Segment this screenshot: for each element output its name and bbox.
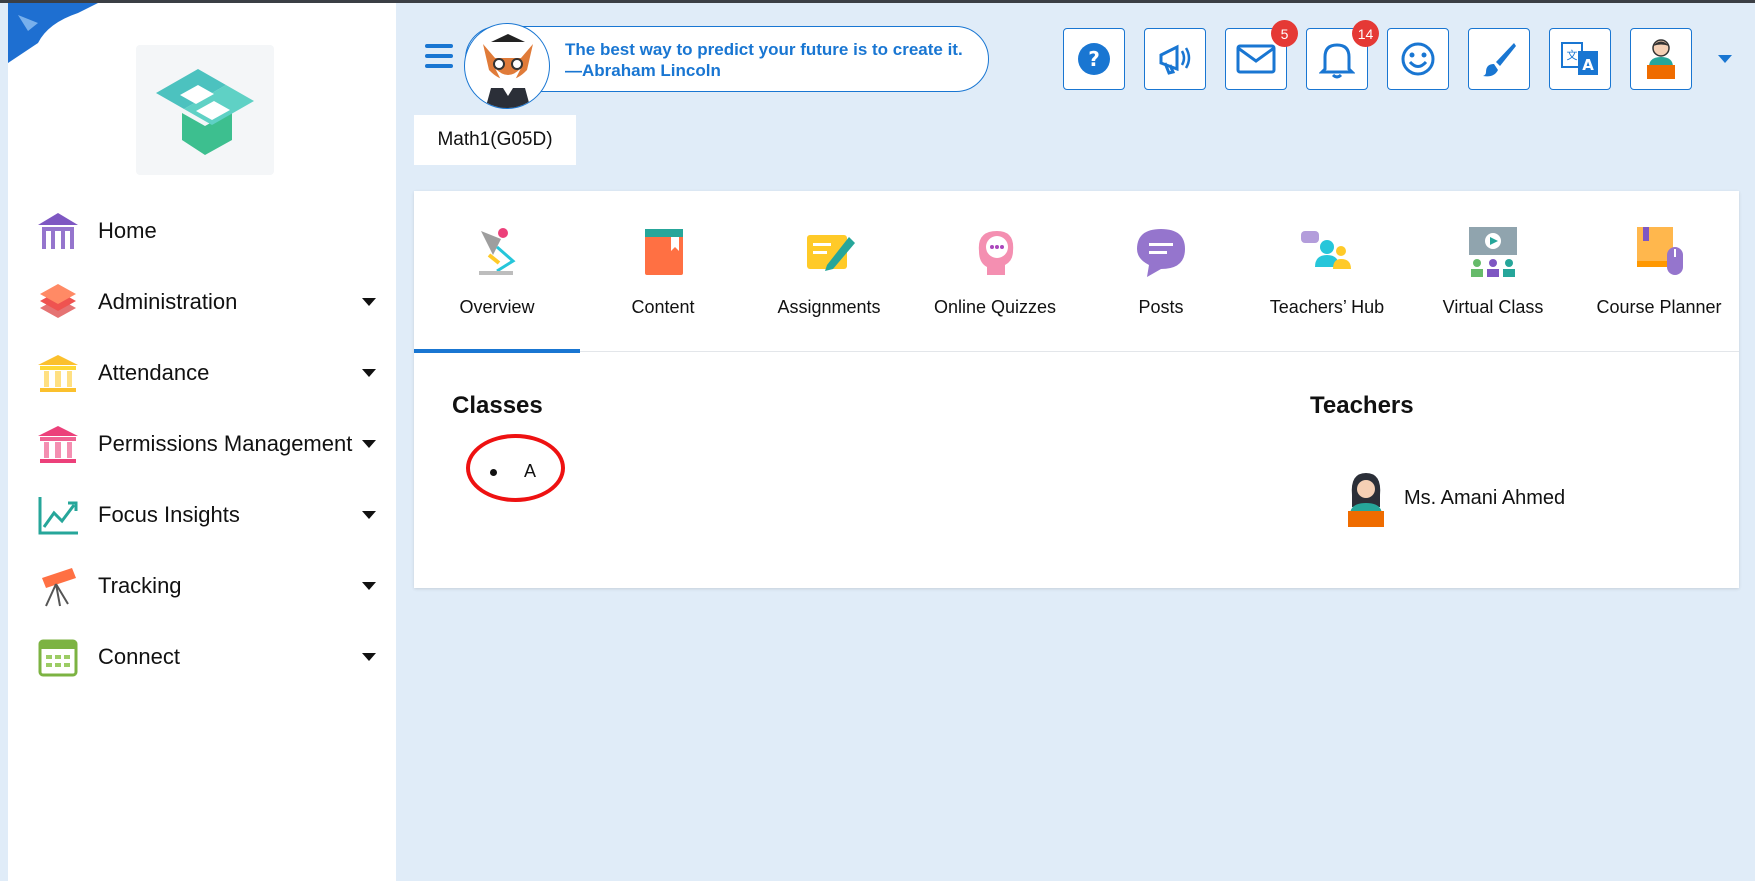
help-icon: ?	[1078, 43, 1110, 75]
tab-label: Assignments	[777, 297, 881, 317]
head-chat-icon	[978, 231, 1014, 275]
chevron-down-icon[interactable]	[362, 368, 376, 377]
bank-icon	[35, 421, 81, 467]
sidebar-item-administration[interactable]: Administration	[8, 266, 396, 337]
teacher-avatar-icon	[1348, 473, 1384, 527]
sidebar-item-home[interactable]: Home	[8, 195, 396, 266]
notifications-button[interactable]: 14	[1306, 20, 1379, 90]
calendar-icon	[35, 634, 81, 680]
quote-author: —Abraham Lincoln	[565, 61, 721, 80]
book-icon	[645, 229, 683, 275]
sidebar-item-label: Attendance	[98, 359, 210, 385]
tab-label: Posts	[1138, 297, 1184, 317]
sidebar-item-label: Home	[98, 217, 157, 243]
pen-paper-icon	[807, 235, 855, 271]
svg-text:A: A	[1582, 56, 1594, 74]
tab-label: Content	[631, 297, 695, 317]
course-card: Overview Content Assignments Online Quiz…	[414, 191, 1739, 588]
teachers-title: Teachers	[1310, 392, 1414, 419]
sidebar-item-label: Focus Insights	[98, 501, 240, 527]
presentation-icon	[1469, 227, 1517, 277]
sidebar-item-focus-insights[interactable]: Focus Insights	[8, 479, 396, 550]
tab-teachers-hub[interactable]: Teachers’ Hub	[1244, 191, 1410, 352]
teacher-item[interactable]: Ms. Amani Ahmed	[1334, 471, 1634, 527]
announcements-button[interactable]	[1144, 28, 1206, 90]
sidebar-item-label: Tracking	[98, 572, 182, 598]
quote-banner: The best way to predict your future is t…	[464, 23, 989, 109]
chevron-down-icon[interactable]	[362, 439, 376, 448]
app-logo-icon	[156, 69, 254, 155]
sidebar-item-attendance[interactable]: Attendance	[8, 337, 396, 408]
sidebar: Home Administration Attendance Permissio…	[8, 3, 396, 881]
help-button[interactable]: ?	[1063, 28, 1125, 90]
sidebar-item-label: Connect	[98, 643, 180, 669]
svg-text:文: 文	[1567, 48, 1578, 62]
tab-content[interactable]: Content	[580, 191, 746, 352]
sidebar-nav: Home Administration Attendance Permissio…	[8, 195, 396, 692]
layers-icon	[35, 279, 81, 325]
notifications-badge: 14	[1352, 20, 1379, 47]
sidebar-item-label: Administration	[98, 288, 238, 314]
chart-icon	[35, 492, 81, 538]
messages-badge: 5	[1271, 20, 1298, 47]
chevron-down-icon[interactable]	[362, 297, 376, 306]
svg-text:?: ?	[1088, 47, 1100, 71]
classes-title: Classes	[452, 392, 543, 419]
user-profile-button[interactable]	[1630, 28, 1692, 90]
smiley-icon	[1401, 42, 1435, 76]
language-button[interactable]: A文	[1549, 28, 1611, 90]
tab-overview[interactable]: Overview	[414, 191, 580, 353]
sidebar-item-tracking[interactable]: Tracking	[8, 550, 396, 621]
megaphone-icon	[1159, 44, 1191, 75]
sidebar-item-connect[interactable]: Connect	[8, 621, 396, 692]
translate-icon: A文	[1561, 42, 1598, 75]
theme-button[interactable]	[1468, 28, 1530, 90]
bell-icon	[1319, 43, 1355, 79]
chat-bubble-icon	[1137, 229, 1185, 277]
desk-lamp-icon	[479, 228, 516, 275]
teacher-name: Ms. Amani Ahmed	[1404, 487, 1566, 509]
user-avatar-icon	[1647, 39, 1675, 79]
quote-text: The best way to predict your future is t…	[565, 39, 963, 81]
people-chat-icon	[1301, 231, 1351, 269]
tab-online-quizzes[interactable]: Online Quizzes	[912, 191, 1078, 352]
chevron-down-icon[interactable]	[362, 581, 376, 590]
mail-icon	[1236, 44, 1276, 74]
red-circle-annotation	[466, 434, 565, 502]
chevron-down-icon[interactable]	[362, 652, 376, 661]
tab-label: Course Planner	[1596, 297, 1722, 317]
user-menu-chevron-down-icon[interactable]	[1718, 55, 1732, 63]
tab-label: Virtual Class	[1442, 297, 1544, 317]
brush-icon	[1483, 43, 1516, 77]
app-logo[interactable]	[136, 45, 274, 175]
corner-logo-icon	[8, 3, 98, 63]
book-mouse-icon	[1637, 227, 1683, 275]
tab-label: Overview	[459, 297, 535, 317]
tab-posts[interactable]: Posts	[1078, 191, 1244, 352]
messages-button[interactable]: 5	[1225, 20, 1298, 90]
sidebar-item-label: Permissions Management	[98, 430, 353, 456]
tab-virtual-class[interactable]: Virtual Class	[1410, 191, 1576, 352]
bank-icon	[35, 350, 81, 396]
tab-assignments[interactable]: Assignments	[746, 191, 912, 352]
sidebar-item-permissions-management[interactable]: Permissions Management	[8, 408, 396, 479]
chevron-down-icon[interactable]	[362, 510, 376, 519]
feedback-button[interactable]	[1387, 28, 1449, 90]
tab-course-planner[interactable]: Course Planner	[1576, 191, 1742, 352]
home-building-icon	[35, 208, 81, 254]
telescope-icon	[35, 563, 81, 609]
course-tabs: Overview Content Assignments Online Quiz…	[414, 191, 1742, 353]
quote-line: The best way to predict your future is t…	[565, 40, 963, 59]
tab-label: Teachers’ Hub	[1269, 297, 1385, 317]
course-title: Math1(G05D)	[414, 115, 576, 165]
menu-toggle-button[interactable]	[425, 44, 453, 70]
fox-mascot-icon	[464, 23, 550, 109]
tab-label: Online Quizzes	[933, 297, 1057, 317]
